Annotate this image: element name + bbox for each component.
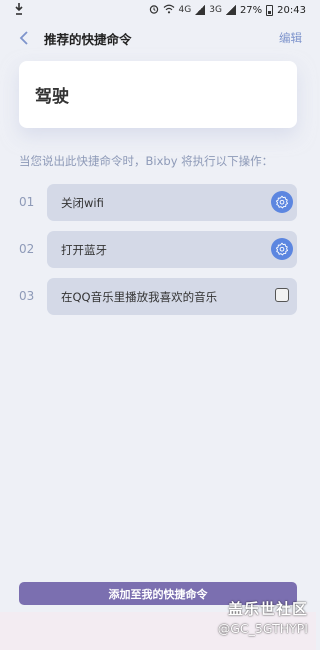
action-label: 关闭wifi	[61, 195, 104, 210]
watermark-user: @GC_5GTHYPI	[217, 621, 308, 636]
action-row-1: 01 关闭wifi	[0, 184, 316, 221]
gear-icon[interactable]	[271, 238, 293, 260]
back-arrow-icon[interactable]	[14, 28, 34, 48]
actions-description: 当您说出此快捷命令时，Bixby 将执行以下操作：	[19, 154, 274, 168]
action-number: 03	[19, 289, 35, 303]
battery-icon	[266, 4, 274, 16]
action-label: 打开蓝牙	[61, 242, 107, 257]
action-item-wifi-off[interactable]: 关闭wifi	[47, 184, 297, 221]
app-header: 推荐的快捷命令 编辑	[0, 24, 316, 52]
clock: 20:43	[277, 4, 306, 16]
action-number: 01	[19, 195, 35, 209]
action-row-3: 03 在QQ音乐里播放我喜欢的音乐	[0, 278, 316, 315]
action-item-play-music[interactable]: 在QQ音乐里播放我喜欢的音乐	[47, 278, 297, 315]
page-title: 推荐的快捷命令	[44, 31, 132, 47]
command-name: 驾驶	[35, 87, 69, 107]
app-icon[interactable]	[275, 288, 289, 302]
alarm-icon	[149, 4, 159, 17]
status-bar: 4G 3G 27% 20:43	[0, 0, 316, 20]
battery-text: 27%	[239, 4, 263, 16]
action-number: 02	[19, 242, 35, 256]
signal-icon-2	[225, 5, 236, 15]
gear-icon[interactable]	[271, 191, 293, 213]
edit-button[interactable]: 编辑	[279, 30, 302, 46]
signal-icon	[195, 5, 206, 15]
network-3g-label: 3G	[209, 5, 222, 15]
watermark-title: 盖乐世社区	[227, 600, 308, 618]
action-item-bluetooth-on[interactable]: 打开蓝牙	[47, 231, 297, 268]
watermark: 盖乐世社区 @GC_5GTHYPI	[218, 598, 308, 636]
download-icon	[14, 2, 24, 18]
command-name-card[interactable]: 驾驶	[19, 61, 297, 128]
network-4g-label: 4G	[178, 5, 192, 15]
action-label: 在QQ音乐里播放我喜欢的音乐	[61, 289, 218, 304]
wifi-icon	[163, 4, 175, 17]
action-row-2: 02 打开蓝牙	[0, 231, 316, 268]
